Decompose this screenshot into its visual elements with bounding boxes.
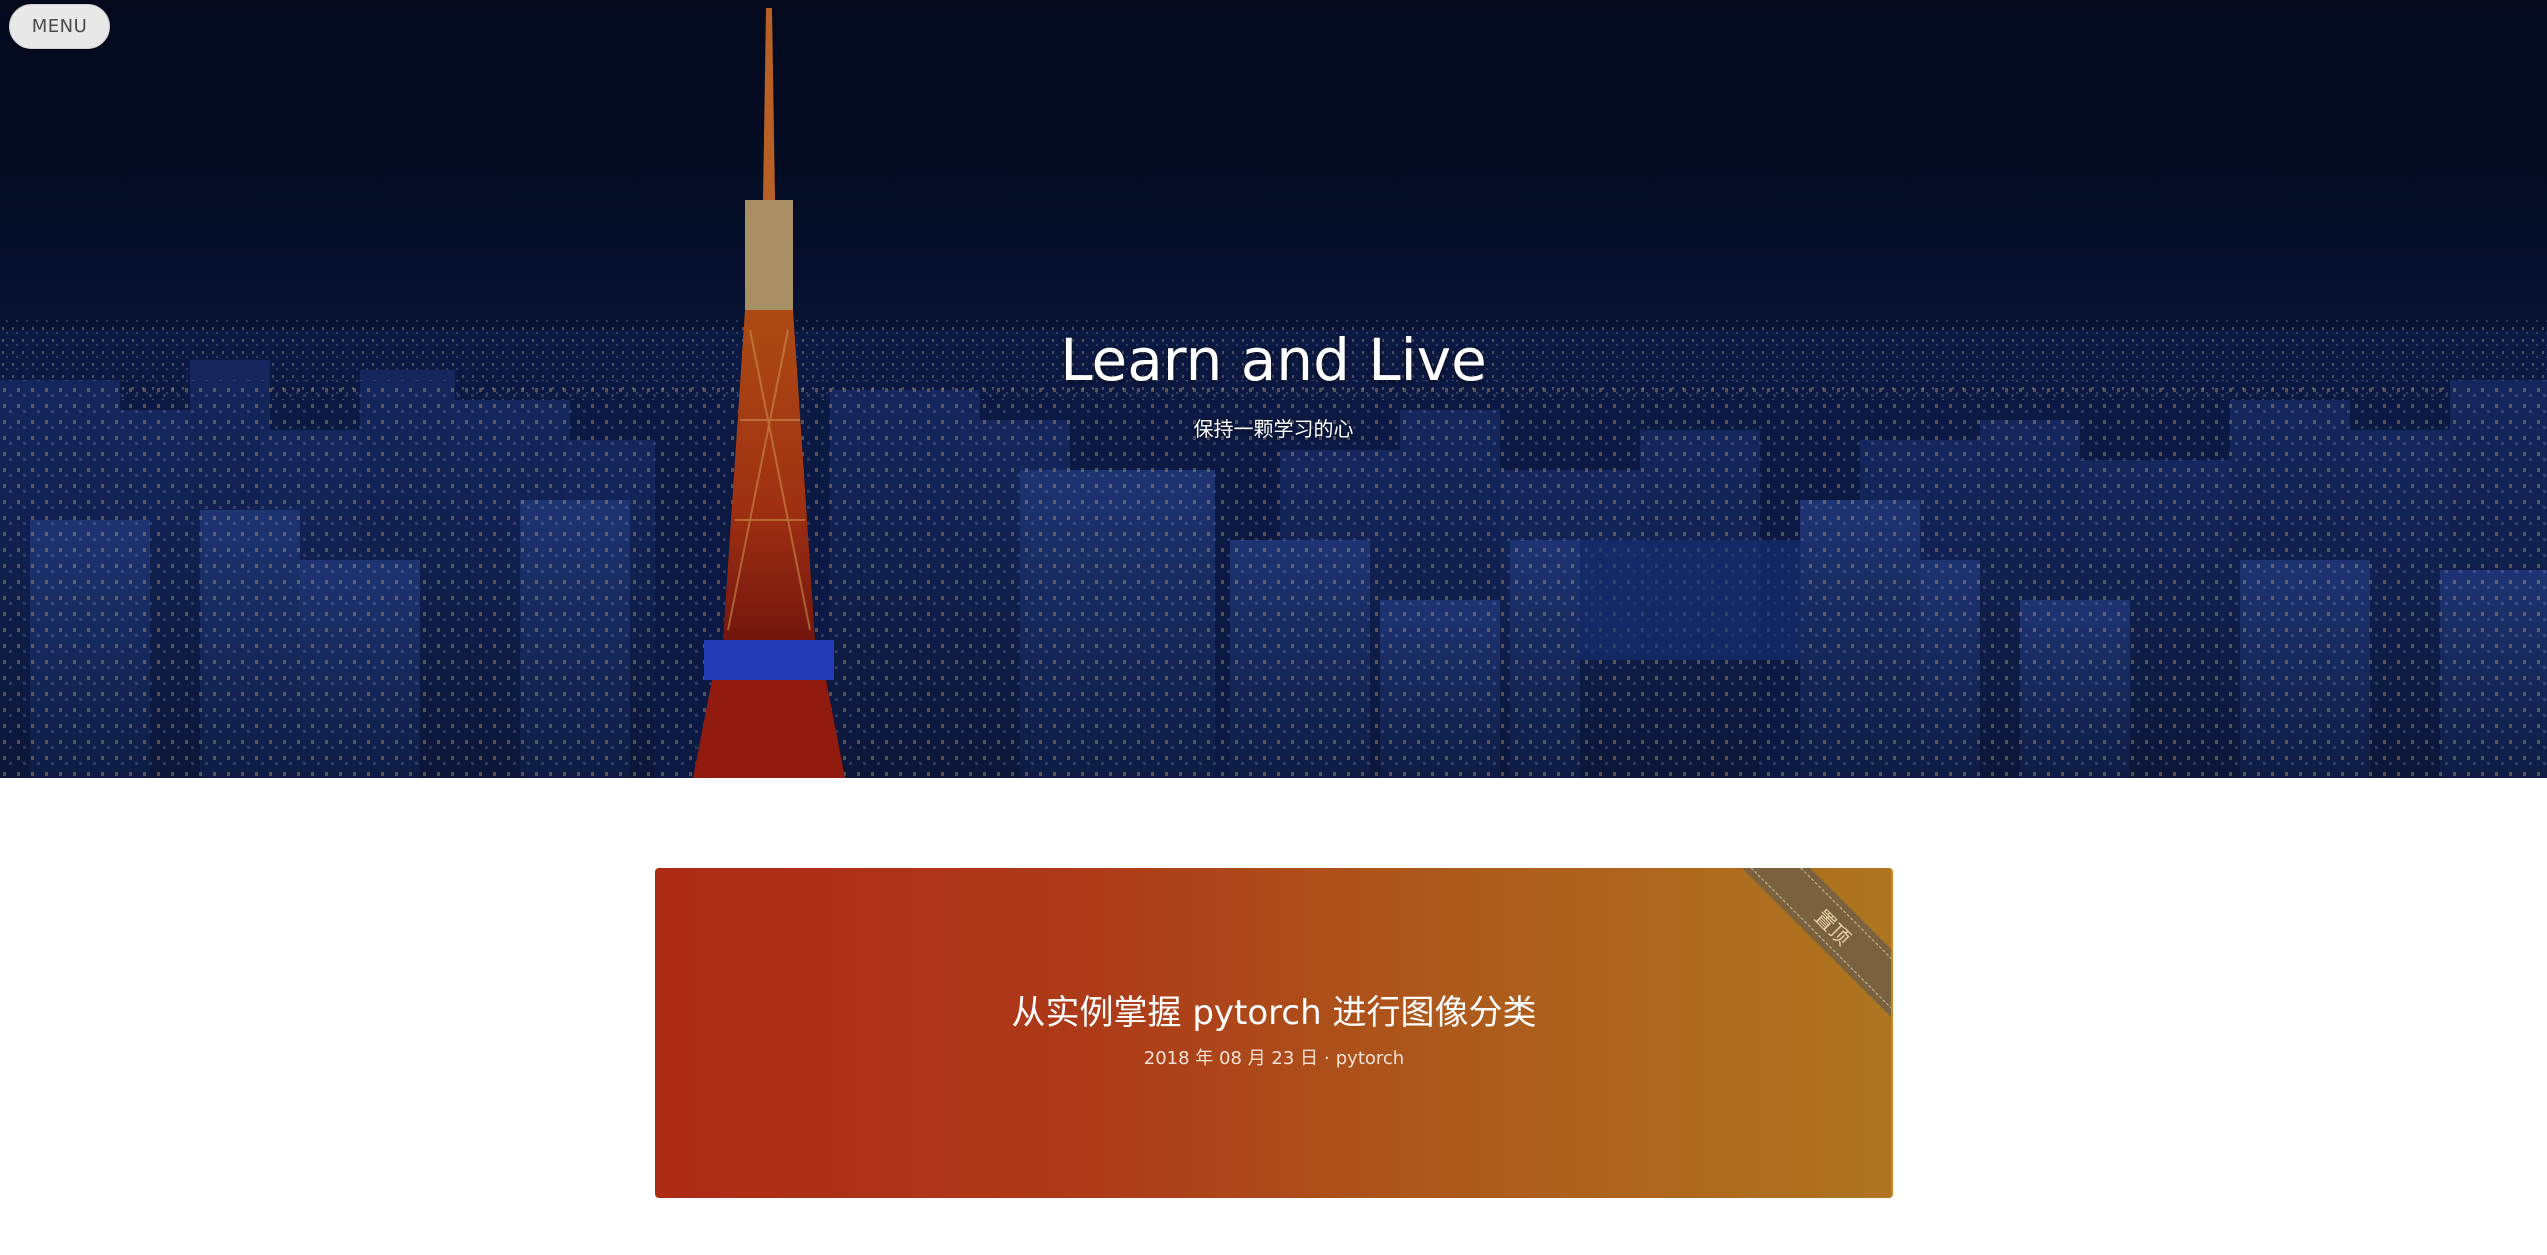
pinned-badge-label: 置顶 — [1810, 904, 1856, 950]
pinned-post-card[interactable]: 置顶 从实例掌握 pytorch 进行图像分类 2018 年 08 月 23 日… — [655, 868, 1893, 1198]
post-date: 2018 年 08 月 23 日 — [1143, 1048, 1319, 1069]
post-meta: 2018 年 08 月 23 日 · pytorch — [655, 1046, 1891, 1072]
post-tag[interactable]: pytorch — [1336, 1048, 1404, 1069]
menu-button[interactable]: MENU — [9, 4, 110, 49]
site-subtitle: 保持一颗学习的心 — [1193, 417, 1354, 441]
hero-banner: MENU Learn and Live 保持一颗学习的心 — [0, 0, 2547, 778]
post-title[interactable]: 从实例掌握 pytorch 进行图像分类 — [655, 990, 1891, 1036]
meta-separator: · — [1324, 1048, 1330, 1069]
site-title: Learn and Live — [1060, 326, 1487, 394]
